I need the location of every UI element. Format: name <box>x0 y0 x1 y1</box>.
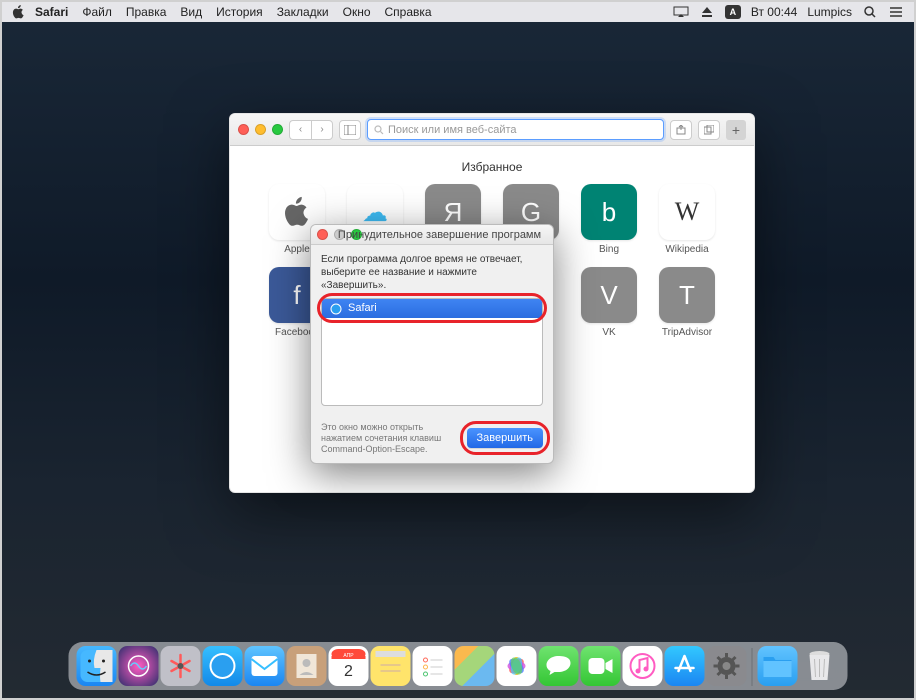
apple-menu-icon[interactable] <box>12 5 25 19</box>
clock[interactable]: Вт 00:44 <box>751 5 797 19</box>
window-controls <box>238 124 283 135</box>
dock-calendar[interactable]: АПР 2 <box>329 646 369 686</box>
menu-help[interactable]: Справка <box>385 5 432 19</box>
dock-finder[interactable] <box>77 646 117 686</box>
favorites-heading: Избранное <box>242 160 742 174</box>
search-icon[interactable] <box>862 5 878 19</box>
dock-notes[interactable] <box>371 646 411 686</box>
close-window-button[interactable] <box>238 124 249 135</box>
eject-icon[interactable] <box>699 5 715 19</box>
dock-facetime[interactable] <box>581 646 621 686</box>
active-app-name[interactable]: Safari <box>35 5 68 19</box>
dock-launchpad[interactable] <box>161 646 201 686</box>
menu-edit[interactable]: Правка <box>126 5 167 19</box>
menubar: Safari Файл Правка Вид История Закладки … <box>2 2 914 22</box>
dock-maps[interactable] <box>455 646 495 686</box>
dock-trash[interactable] <box>800 646 840 686</box>
dock-safari[interactable] <box>203 646 243 686</box>
dock-itunes[interactable] <box>623 646 663 686</box>
app-list-row-label: Safari <box>348 301 377 315</box>
dialog-close-button[interactable] <box>317 229 328 240</box>
back-button[interactable]: ‹ <box>289 120 311 140</box>
svg-text:2: 2 <box>344 663 353 680</box>
search-glyph-icon <box>374 125 384 135</box>
app-list-row-safari[interactable]: Safari <box>322 299 542 318</box>
dock-messages[interactable] <box>539 646 579 686</box>
menu-view[interactable]: Вид <box>180 5 202 19</box>
dialog-hint: Это окно можно открыть нажатием сочетани… <box>321 422 459 454</box>
dialog-title: Принудительное завершение программ <box>332 229 547 241</box>
dock-mail[interactable] <box>245 646 285 686</box>
dock-siri[interactable] <box>119 646 159 686</box>
menu-file[interactable]: Файл <box>82 5 112 19</box>
favorite-vk[interactable]: VVK <box>575 267 643 338</box>
svg-text:АПР: АПР <box>343 653 354 659</box>
force-quit-dialog: Принудительное завершение программ Если … <box>310 224 554 464</box>
force-quit-button[interactable]: Завершить <box>467 428 543 448</box>
dialog-instruction: Если программа долгое время не отвечает,… <box>321 253 543 292</box>
dock-divider <box>752 648 753 686</box>
sidebar-button[interactable] <box>339 120 361 140</box>
menu-window[interactable]: Окно <box>343 5 371 19</box>
dock-contacts[interactable] <box>287 646 327 686</box>
dock-system-preferences[interactable] <box>707 646 747 686</box>
safari-toolbar: ‹ › Поиск или имя веб-сайта + <box>230 114 754 146</box>
share-button[interactable] <box>670 120 692 140</box>
menu-history[interactable]: История <box>216 5 263 19</box>
notification-center-icon[interactable] <box>888 5 904 19</box>
dock-photos[interactable] <box>497 646 537 686</box>
input-source-indicator[interactable]: A <box>725 5 741 19</box>
address-bar-placeholder: Поиск или имя веб-сайта <box>388 124 517 136</box>
minimize-window-button[interactable] <box>255 124 266 135</box>
menu-bookmarks[interactable]: Закладки <box>277 5 329 19</box>
airplay-icon[interactable] <box>673 5 689 19</box>
favorite-bing[interactable]: bBing <box>575 184 643 255</box>
app-list[interactable]: Safari <box>321 298 543 406</box>
dock-appstore[interactable] <box>665 646 705 686</box>
forward-button[interactable]: › <box>311 120 333 140</box>
new-tab-button[interactable]: + <box>726 120 746 140</box>
address-bar[interactable]: Поиск или имя веб-сайта <box>367 119 664 140</box>
tabs-button[interactable] <box>698 120 720 140</box>
dock: АПР 2 <box>69 642 848 690</box>
zoom-window-button[interactable] <box>272 124 283 135</box>
favorite-tripadvisor[interactable]: TTripAdvisor <box>653 267 721 338</box>
favorite-wikipedia[interactable]: WWikipedia <box>653 184 721 255</box>
dock-reminders[interactable] <box>413 646 453 686</box>
safari-app-icon <box>330 303 342 315</box>
dock-downloads[interactable] <box>758 646 798 686</box>
user-name[interactable]: Lumpics <box>807 5 852 19</box>
